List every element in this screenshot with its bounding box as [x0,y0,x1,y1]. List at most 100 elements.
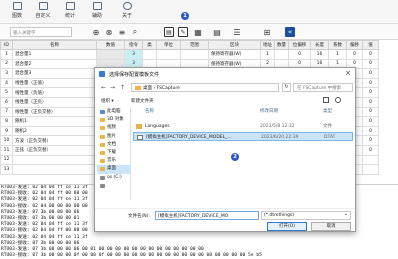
up-icon[interactable]: ↑ [120,84,125,91]
filter-icon[interactable]: ≡ [117,27,127,37]
cell-name[interactable] [12,154,97,166]
cell-name[interactable]: 线性量（正负） [12,96,97,108]
cell-name[interactable]: 线性量（正值） [12,77,97,89]
table-row[interactable]: 1 混合量1 3 保持寄存器(W) 1 0 16 1 0 0 [0,49,379,60]
nav-item[interactable]: 下载 [97,149,130,157]
cell-id[interactable]: 4 [0,77,13,89]
cell-unit[interactable] [156,49,181,60]
cell-bit[interactable]: 0 [288,49,311,60]
header-name[interactable]: 名称 [145,108,154,116]
nav-item[interactable]: 音乐 [97,157,130,165]
cell-id[interactable]: 8 [0,116,13,127]
col-len[interactable]: 长度 [310,40,329,50]
cell-val[interactable]: 0 [362,87,379,98]
cell-name[interactable]: 随机1 [12,116,97,127]
cell-name[interactable] [12,164,97,175]
filename-input[interactable]: [模拟主机]FACTORY_DEVICE_MO [155,211,259,220]
col-id[interactable]: ID [0,40,13,50]
cell-addr[interactable]: 1 [260,49,275,60]
cell-id[interactable]: 12 [0,154,13,166]
cell-v[interactable] [96,49,125,60]
nav-item[interactable] [97,182,130,190]
cell-name[interactable]: 混合量2 [12,58,97,70]
cell-id[interactable]: 5 [0,87,13,98]
nav-item[interactable]: 图片 [97,133,130,141]
header-type[interactable]: 类型 [323,108,332,116]
cancel-button[interactable]: 取消 [311,222,351,231]
cell-off[interactable]: 0 [346,49,363,60]
filetype-select[interactable]: (*.dtmthings) [261,211,351,220]
col-range[interactable]: 范围 [180,40,209,50]
col-count[interactable]: 数量 [274,40,289,50]
nav-item[interactable]: 视频 [97,124,130,132]
cell-val[interactable]: 0 [362,135,379,146]
cell-id[interactable]: 2 [0,58,13,70]
col-unit[interactable]: 单位 [156,40,181,50]
cell-id[interactable]: 9 [0,125,13,137]
menu-item-table[interactable]: 图数 [4,1,30,23]
cell-id[interactable]: 1 [0,49,13,60]
menu-item-stats[interactable]: 统计 [57,1,83,23]
col-value[interactable]: 数值 [96,40,125,50]
open-button[interactable]: 打开(O) [267,222,307,231]
menu-item-about[interactable]: 关于 [114,1,140,23]
col-cmd[interactable]: 指令 [124,40,143,50]
columns-icon[interactable]: ▤ [212,27,222,37]
nav-item[interactable]: 此电脑 [97,108,130,116]
cell-name[interactable]: 混合量3 [12,68,97,79]
cell-val[interactable]: 0 [362,106,379,118]
col-name[interactable]: 名称 [12,40,97,50]
nav-item[interactable]: 桌面 [97,165,130,174]
menu-item-helper[interactable]: 辅助 [84,1,110,23]
settings-icon[interactable]: ⊞ [262,27,272,37]
cell-val[interactable]: 0 [362,49,379,60]
col-offset[interactable]: 偏移 [346,40,363,50]
search-input[interactable]: 输入关键字 [10,27,72,37]
grid-icon[interactable]: ▦ [193,27,203,37]
close-icon[interactable]: × [345,69,351,77]
col-class[interactable]: 类 [142,40,157,50]
address-bar[interactable]: 桌面 › FSCapture [131,83,279,92]
file-row[interactable]: Languages 2023/5/8 12:32 文件 [133,122,353,131]
cell-val[interactable]: 0 [362,96,379,108]
menu-item-custom[interactable]: 自定义 [30,1,56,23]
edit-icon[interactable]: ✎ [178,27,188,37]
forward-icon[interactable]: → [110,84,115,91]
cell-id[interactable]: 6 [0,96,13,108]
cell-cnt[interactable] [274,49,289,60]
cell-block[interactable]: 保持寄存器(W) [208,49,261,60]
cell-id[interactable]: 7 [0,106,13,118]
header-date[interactable]: 修改日期 [260,108,278,116]
logo-icon[interactable]: « [285,27,295,37]
col-coef[interactable]: 系数 [328,40,347,50]
cell-cls[interactable] [142,49,157,60]
col-addr[interactable]: 地址 [260,40,275,50]
cell-name[interactable]: 混合量1 [12,49,97,60]
col-val[interactable]: 值 [362,40,379,50]
cell-range[interactable] [180,49,209,60]
cell-val[interactable] [362,164,379,175]
cell-id[interactable]: 13 [0,164,13,175]
view-icon[interactable] [323,97,329,103]
cell-val[interactable]: 0 [362,116,379,127]
cell-name[interactable]: 线性量（正负交替） [12,106,97,118]
cell-cmd[interactable]: 3 [124,49,143,60]
col-bit[interactable]: 位偏移 [288,40,311,50]
back-icon[interactable]: ← [101,84,106,91]
cell-val[interactable]: 0 [362,144,379,156]
cell-name[interactable]: 正弦（正负交替） [12,144,97,156]
cell-val[interactable]: 0 [362,68,379,79]
cell-coef[interactable]: 1 [328,49,347,60]
organize-button[interactable]: 组织 ▾ [101,98,114,104]
nav-item[interactable]: os (C:) [97,174,130,182]
cell-len[interactable]: 16 [310,49,329,60]
dialog-search-input[interactable]: 在 FSCapture 中搜索 [293,83,353,92]
file-row[interactable]: [模拟主机]FACTORY_DEVICE_MODEL_... 2023/6/20 … [133,132,353,141]
cell-name[interactable]: 随机2 [12,125,97,137]
delete-icon[interactable]: ⊗ [104,27,114,37]
cell-id[interactable]: 3 [0,68,13,79]
col-block[interactable]: 区块 [208,40,261,50]
cell-val[interactable]: 0 [362,77,379,89]
cell-val[interactable]: 0 [362,58,379,70]
cell-val[interactable] [362,154,379,166]
